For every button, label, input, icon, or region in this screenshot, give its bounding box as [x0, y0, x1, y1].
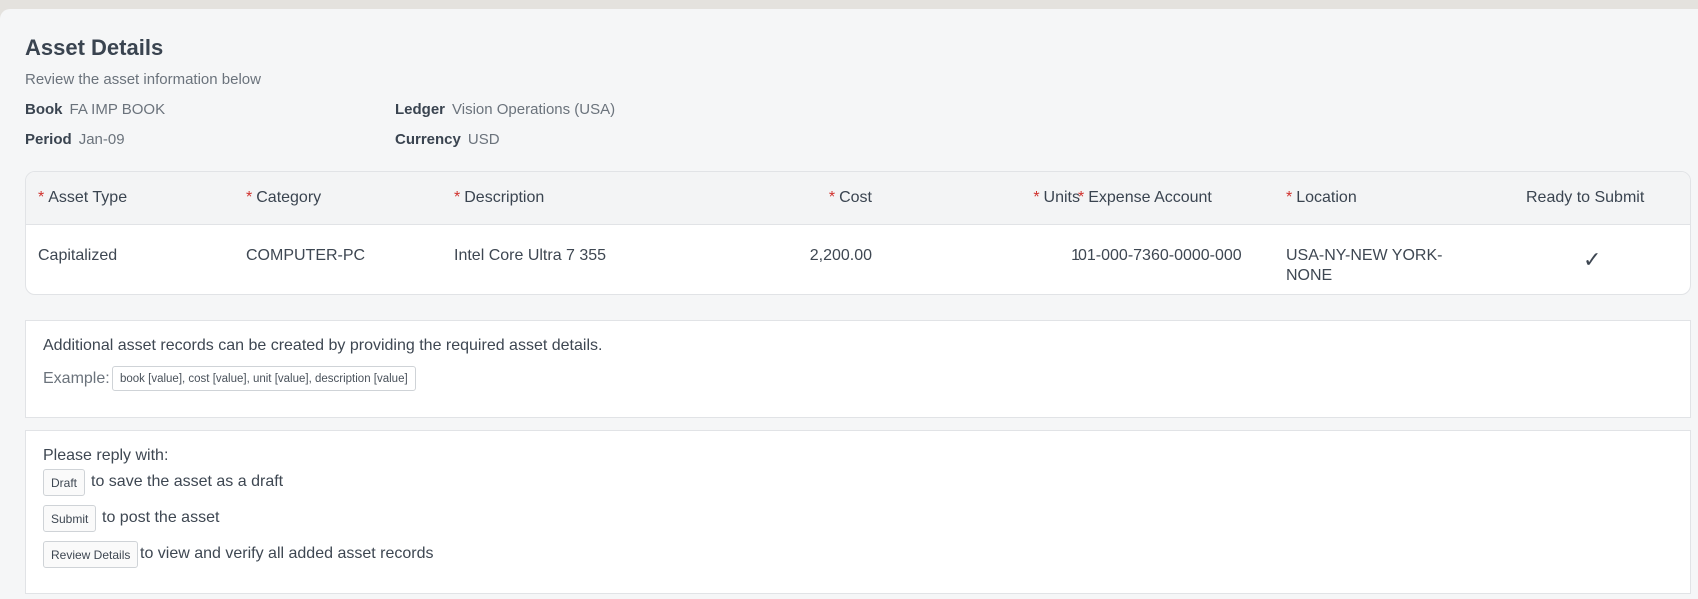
page-title: Asset Details [25, 35, 164, 60]
page-subtitle: Review the asset information below [25, 71, 261, 88]
ledger-label: Ledger [395, 101, 446, 118]
column-header-category: * Category [246, 189, 322, 206]
required-marker: * [454, 189, 461, 206]
submit-description: to post the asset [102, 509, 220, 526]
required-marker: * [38, 189, 45, 206]
submit-button[interactable]: Submit [43, 505, 97, 532]
cell-units: 1 [1071, 247, 1080, 264]
info-card: Additional asset records can be created … [25, 320, 1691, 418]
cell-asset-type: Capitalized [38, 247, 118, 264]
cell-location-line1: USA-NY-NEW YORK- [1286, 247, 1443, 264]
cell-expense-account: 01-000-7360-0000-000 [1078, 247, 1242, 264]
book-label: Book [25, 101, 63, 118]
info-text: Additional asset records can be created … [43, 337, 603, 354]
cell-category: COMPUTER-PC [246, 247, 366, 264]
cell-cost: 2,200.00 [809, 247, 872, 264]
column-header-asset-type: * Asset Type [38, 189, 128, 206]
example-chip: book [value], cost [value], unit [value]… [112, 366, 416, 391]
column-header-units: * Units [1033, 189, 1080, 206]
required-marker: * [246, 189, 253, 206]
cell-location-line2: NONE [1286, 267, 1333, 284]
required-marker: * [1286, 189, 1293, 206]
ledger-value: Vision Operations (USA) [452, 101, 616, 118]
review-details-button[interactable]: Review Details [43, 541, 139, 568]
column-header-location: * Location [1286, 189, 1357, 206]
required-marker: * [828, 189, 836, 206]
required-marker: * [1078, 189, 1085, 206]
review-details-description: to view and verify all added asset recor… [140, 545, 434, 562]
period-value: Jan-09 [78, 131, 125, 148]
required-marker: * [1033, 189, 1040, 206]
currency-field: Currency USD [395, 131, 500, 148]
reply-card: Please reply with: Draft to save the ass… [25, 430, 1691, 594]
ledger-field: Ledger Vision Operations (USA) [395, 101, 615, 118]
draft-description: to save the asset as a draft [91, 473, 284, 490]
cell-description: Intel Core Ultra 7 355 [454, 247, 607, 264]
column-header-expense-account: * Expense Account [1078, 189, 1212, 206]
column-header-cost: * Cost [828, 189, 872, 206]
column-header-description: * Description [454, 189, 545, 206]
book-field: Book FA IMP BOOK [25, 101, 165, 118]
check-icon: ✓ [1583, 247, 1602, 272]
book-value: FA IMP BOOK [69, 101, 166, 118]
asset-details-panel: Asset Details Review the asset informati… [0, 9, 1698, 599]
currency-label: Currency [395, 131, 461, 148]
cell-location: USA-NY-NEW YORK- NONE [1286, 246, 1442, 286]
reply-intro: Please reply with: [43, 447, 169, 464]
column-header-ready-to-submit: Ready to Submit [1526, 189, 1645, 206]
period-field: Period Jan-09 [25, 131, 125, 148]
currency-value: USD [467, 131, 500, 148]
asset-table: * Asset Type * Category * Description * Cost… [25, 171, 1691, 295]
period-label: Period [25, 131, 72, 148]
example-label: Example: [43, 370, 110, 387]
draft-button[interactable]: Draft [43, 469, 86, 496]
